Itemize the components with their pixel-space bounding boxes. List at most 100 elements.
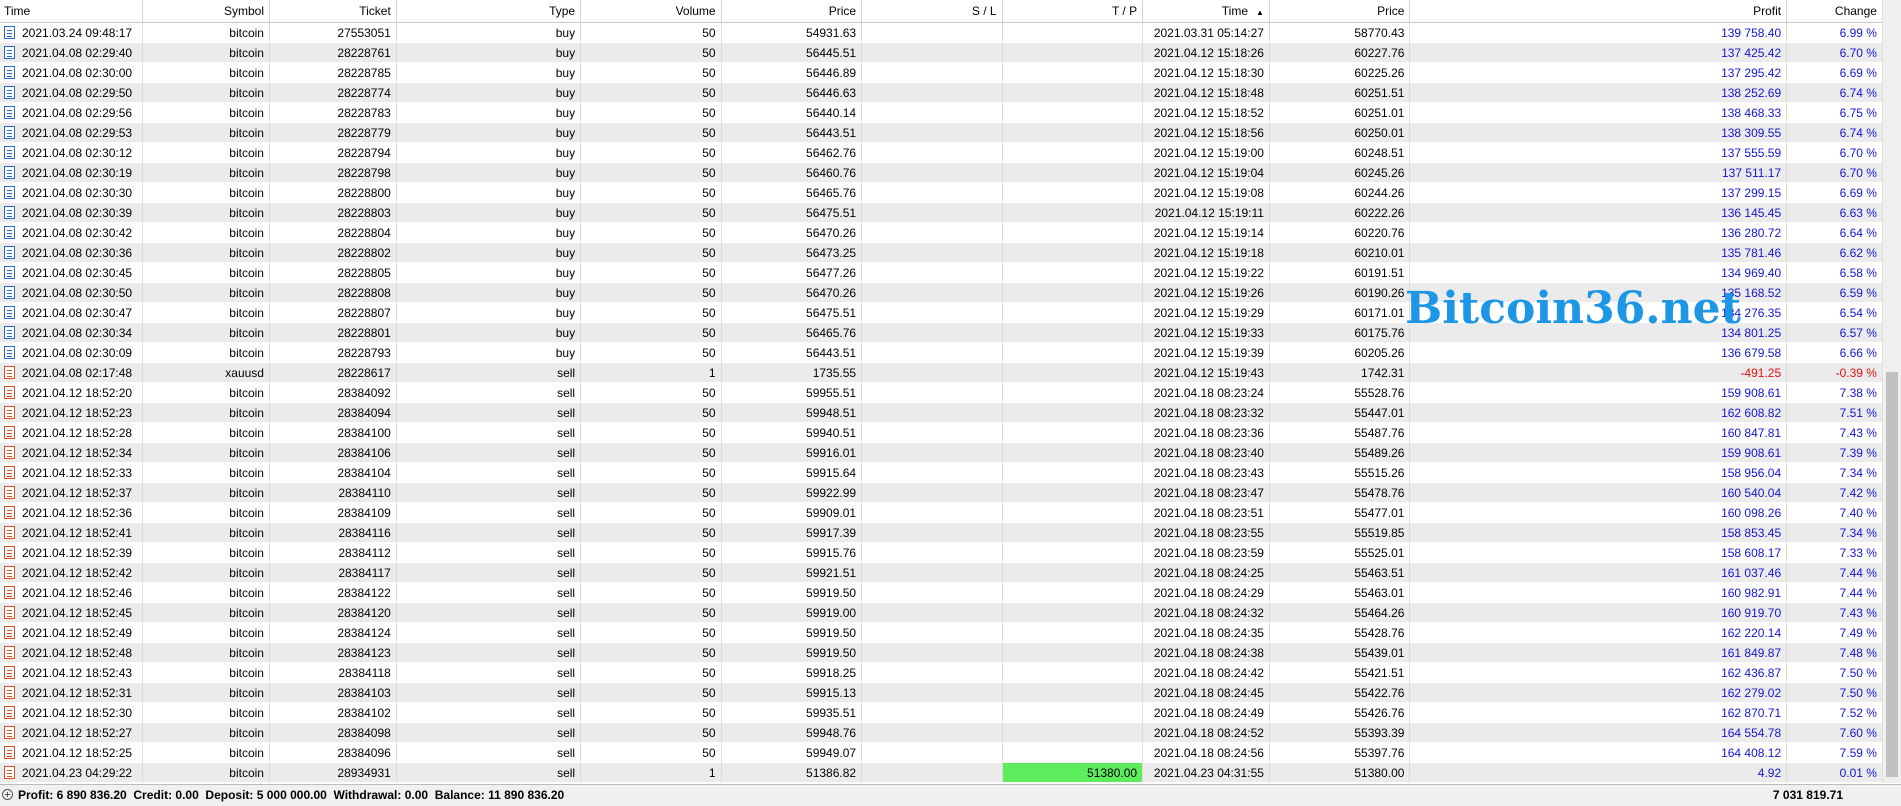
vertical-scrollbar[interactable] xyxy=(1882,0,1901,783)
cell-ticket: 28228804 xyxy=(269,223,397,243)
table-row[interactable]: 2021.04.12 18:52:43 bitcoin 28384118 sell 50… xyxy=(0,663,1883,683)
table-row[interactable]: 2021.04.08 02:30:00 bitcoin 28228785 buy 50 5… xyxy=(0,63,1883,83)
table-row[interactable]: 2021.04.12 18:52:48 bitcoin 28384123 sell 50… xyxy=(0,643,1883,663)
table-row[interactable]: 2021.04.08 02:30:39 bitcoin 28228803 buy 50 5… xyxy=(0,203,1883,223)
table-row[interactable]: 2021.04.12 18:52:46 bitcoin 28384122 sell 50… xyxy=(0,583,1883,603)
table-row[interactable]: 2021.04.12 18:52:45 bitcoin 28384120 sell 50… xyxy=(0,603,1883,623)
table-row[interactable]: 2021.04.08 02:29:50 bitcoin 28228774 buy 50 5… xyxy=(0,83,1883,103)
table-row[interactable]: 2021.04.12 18:52:37 bitcoin 28384110 sell 50… xyxy=(0,483,1883,503)
cell-time-text: 2021.04.08 02:29:56 xyxy=(22,105,133,120)
table-row[interactable]: 2021.04.12 18:52:20 bitcoin 28384092 sell 50… xyxy=(0,383,1883,403)
document-orange-icon xyxy=(4,626,15,639)
cell-volume: 50 xyxy=(581,183,722,203)
cell-sl xyxy=(862,603,1003,623)
table-row[interactable]: 2021.04.12 18:52:27 bitcoin 28384098 sell 50… xyxy=(0,723,1883,743)
table-row[interactable]: 2021.04.12 18:52:33 bitcoin 28384104 sell 50… xyxy=(0,463,1883,483)
cell-sl xyxy=(862,483,1003,503)
table-row[interactable]: 2021.04.12 18:52:31 bitcoin 28384103 sell 50… xyxy=(0,683,1883,703)
cell-close-price: 55525.01 xyxy=(1269,543,1411,563)
table-row[interactable]: 2021.04.12 18:52:28 bitcoin 28384100 sell 50… xyxy=(0,423,1883,443)
table-row[interactable]: 2021.04.12 18:52:39 bitcoin 28384112 sell 50… xyxy=(0,543,1883,563)
col-header-symbol[interactable]: Symbol xyxy=(143,0,270,22)
cell-volume: 50 xyxy=(581,543,722,563)
cell-type: sell xyxy=(396,443,582,463)
document-orange-icon xyxy=(4,546,15,559)
cell-symbol: bitcoin xyxy=(143,643,270,663)
table-row[interactable]: 2021.04.08 02:29:53 bitcoin 28228779 buy 50 5… xyxy=(0,123,1883,143)
table-row[interactable]: 2021.04.12 18:52:34 bitcoin 28384106 sell 50… xyxy=(0,443,1883,463)
cell-price: 59918.25 xyxy=(721,663,863,683)
col-header-volume[interactable]: Volume xyxy=(581,0,722,22)
cell-volume: 50 xyxy=(581,723,722,743)
cell-type: buy xyxy=(396,163,582,183)
table-row[interactable]: 2021.04.08 02:30:45 bitcoin 28228805 buy 50 5… xyxy=(0,263,1883,283)
table-row[interactable]: 2021.04.12 18:52:36 bitcoin 28384109 sell 50… xyxy=(0,503,1883,523)
cell-time: 2021.04.12 18:52:49 xyxy=(0,623,144,643)
table-row[interactable]: 2021.04.12 18:52:41 bitcoin 28384116 sell 50… xyxy=(0,523,1883,543)
cell-change: 7.59 % xyxy=(1787,743,1883,763)
document-blue-icon xyxy=(4,166,15,179)
cell-symbol: bitcoin xyxy=(143,683,270,703)
cell-ticket: 28384123 xyxy=(269,643,397,663)
table-row[interactable]: 2021.03.24 09:48:17 bitcoin 27553051 buy 50 5… xyxy=(0,23,1883,43)
cell-tp xyxy=(1002,443,1144,463)
col-header-tp[interactable]: T / P xyxy=(1003,0,1144,22)
table-row[interactable]: 2021.04.12 18:52:25 bitcoin 28384096 sell 50… xyxy=(0,743,1883,763)
cell-close-price: 60175.76 xyxy=(1269,323,1411,343)
cell-tp xyxy=(1002,383,1144,403)
col-header-change[interactable]: Change xyxy=(1787,0,1883,22)
table-row[interactable]: 2021.04.08 02:17:48 xauusd 28228617 sell 1 17… xyxy=(0,363,1883,383)
col-header-close-price[interactable]: Price xyxy=(1270,0,1411,22)
cell-time: 2021.04.08 02:30:39 xyxy=(0,203,144,223)
cell-symbol: bitcoin xyxy=(143,543,270,563)
table-row[interactable]: 2021.04.08 02:30:09 bitcoin 28228793 buy 50 5… xyxy=(0,343,1883,363)
cell-symbol: bitcoin xyxy=(143,743,270,763)
cell-close-price: 55421.51 xyxy=(1269,663,1411,683)
table-row[interactable]: 2021.04.23 04:29:22 bitcoin 28934931 sell 1 5… xyxy=(0,763,1883,783)
col-header-profit[interactable]: Profit xyxy=(1410,0,1788,22)
table-row[interactable]: 2021.04.12 18:52:23 bitcoin 28384094 sell 50… xyxy=(0,403,1883,423)
table-row[interactable]: 2021.04.12 18:52:49 bitcoin 28384124 sell 50… xyxy=(0,623,1883,643)
cell-change: 6.62 % xyxy=(1787,243,1883,263)
cell-volume: 50 xyxy=(581,23,722,43)
table-body: 2021.03.24 09:48:17 bitcoin 27553051 buy 50 5… xyxy=(0,23,1883,783)
col-header-close-time[interactable]: Time ▲ xyxy=(1143,0,1270,22)
cell-volume: 50 xyxy=(581,63,722,83)
cell-type: sell xyxy=(396,523,582,543)
scrollbar-thumb[interactable] xyxy=(1886,372,1898,777)
table-row[interactable]: 2021.04.08 02:30:36 bitcoin 28228802 buy 50 5… xyxy=(0,243,1883,263)
document-blue-icon xyxy=(4,146,15,159)
document-orange-icon xyxy=(4,526,15,539)
table-row[interactable]: 2021.04.08 02:30:30 bitcoin 28228800 buy 50 5… xyxy=(0,183,1883,203)
cell-time-text: 2021.04.08 02:30:45 xyxy=(22,265,133,280)
cell-price: 59922.99 xyxy=(721,483,863,503)
table-row[interactable]: 2021.04.08 02:29:40 bitcoin 28228761 buy 50 5… xyxy=(0,43,1883,63)
plus-circle-icon[interactable] xyxy=(2,789,13,800)
cell-time: 2021.04.12 18:52:28 xyxy=(0,423,144,443)
cell-close-time: 2021.04.18 08:23:59 xyxy=(1143,543,1270,563)
document-blue-icon xyxy=(4,186,15,199)
cell-ticket: 27553051 xyxy=(269,23,397,43)
col-header-time[interactable]: Time xyxy=(0,0,144,22)
cell-type: buy xyxy=(396,343,582,363)
table-row[interactable]: 2021.04.08 02:30:42 bitcoin 28228804 buy 50 5… xyxy=(0,223,1883,243)
cell-change: 7.39 % xyxy=(1787,443,1883,463)
cell-close-price: 55428.76 xyxy=(1269,623,1411,643)
account-summary: Profit: 6 890 836.20 Credit: 0.00 Deposi… xyxy=(18,788,565,802)
table-row[interactable]: 2021.04.08 02:29:56 bitcoin 28228783 buy 50 5… xyxy=(0,103,1883,123)
col-header-type[interactable]: Type xyxy=(397,0,582,22)
table-row[interactable]: 2021.04.12 18:52:42 bitcoin 28384117 sell 50… xyxy=(0,563,1883,583)
table-row[interactable]: 2021.04.08 02:30:19 bitcoin 28228798 buy 50 5… xyxy=(0,163,1883,183)
cell-tp xyxy=(1002,723,1144,743)
cell-symbol: bitcoin xyxy=(143,283,270,303)
table-row[interactable]: 2021.04.08 02:30:12 bitcoin 28228794 buy 50 5… xyxy=(0,143,1883,163)
col-header-ticket[interactable]: Ticket xyxy=(270,0,397,22)
cell-ticket: 28228793 xyxy=(269,343,397,363)
col-header-sl[interactable]: S / L xyxy=(862,0,1003,22)
cell-ticket: 28384112 xyxy=(269,543,397,563)
table-row[interactable]: 2021.04.12 18:52:30 bitcoin 28384102 sell 50… xyxy=(0,703,1883,723)
cell-symbol: bitcoin xyxy=(143,303,270,323)
cell-sl xyxy=(862,323,1003,343)
cell-volume: 50 xyxy=(581,243,722,263)
col-header-price[interactable]: Price xyxy=(722,0,863,22)
